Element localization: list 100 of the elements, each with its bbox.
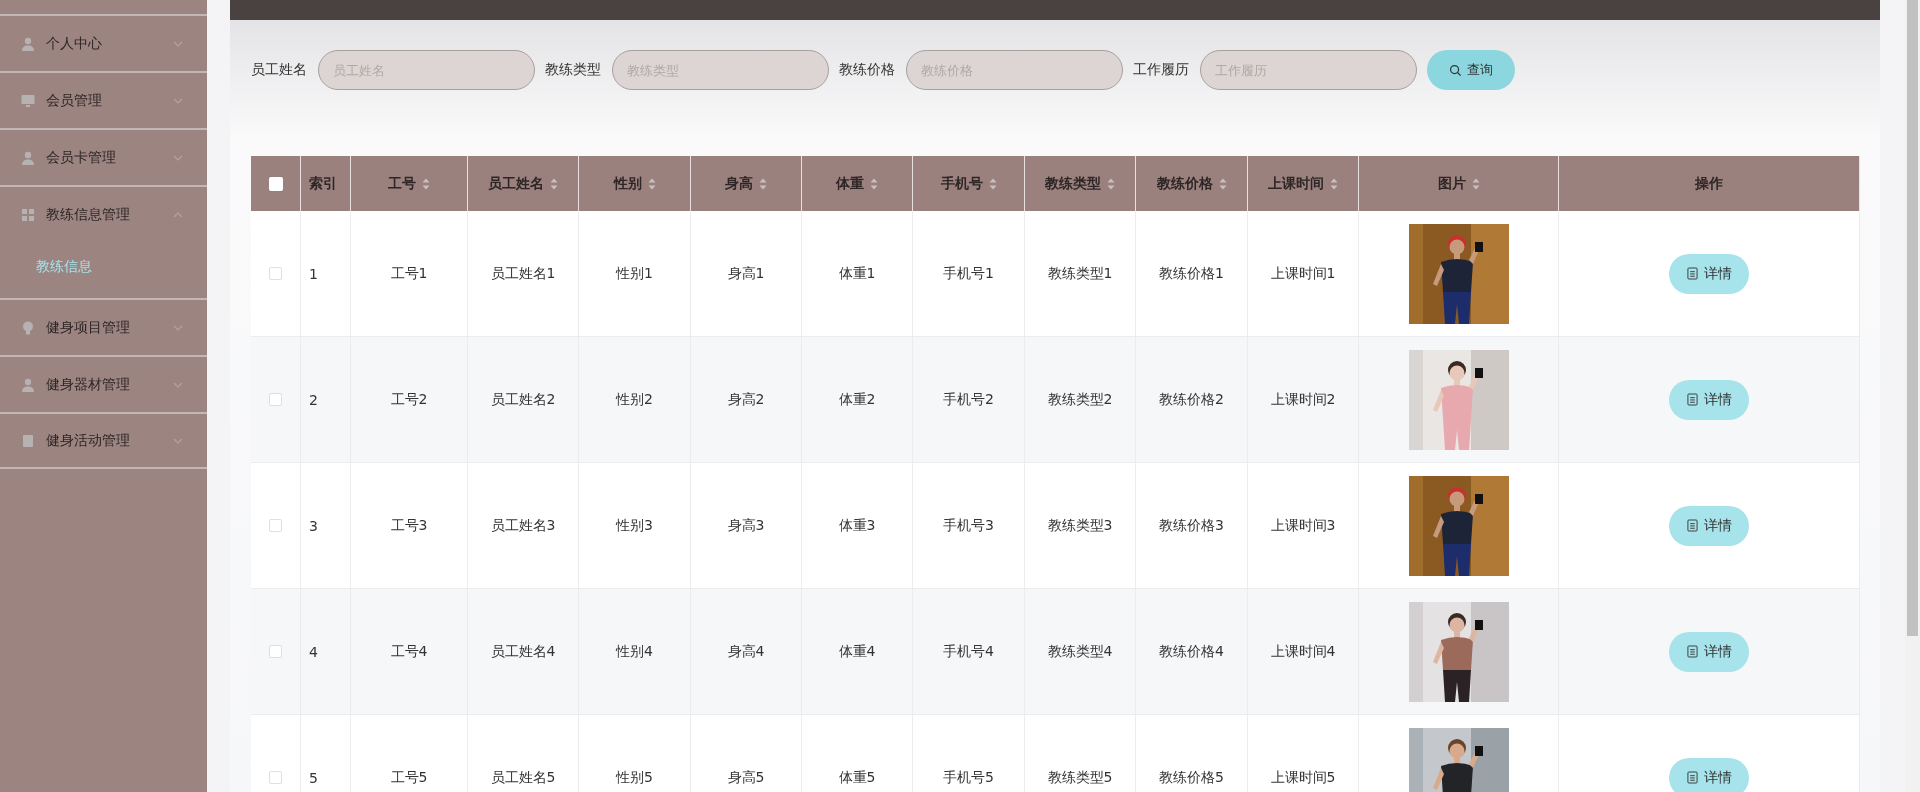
table-cell: 员工姓名3 xyxy=(490,516,556,535)
column-header[interactable]: 图片 xyxy=(1437,174,1466,193)
sort-icon[interactable] xyxy=(1107,177,1115,190)
table-cell: 手机号3 xyxy=(943,516,994,535)
chevron-icon xyxy=(173,97,183,104)
checkbox[interactable] xyxy=(269,645,282,658)
detail-button[interactable]: 详情 xyxy=(1669,379,1749,420)
column-header[interactable]: 操作 xyxy=(1695,174,1723,193)
sort-icon[interactable] xyxy=(1471,177,1480,190)
sort-icon[interactable] xyxy=(870,177,878,190)
detail-button[interactable]: 详情 xyxy=(1669,631,1749,672)
user-icon xyxy=(20,149,36,166)
scrollbar-thumb[interactable] xyxy=(1907,0,1918,636)
table-cell: 教练价格2 xyxy=(1159,390,1224,409)
table-cell: 4 xyxy=(309,643,318,660)
checkbox[interactable] xyxy=(268,176,283,191)
table-cell: 工号3 xyxy=(390,516,428,535)
sort-icon[interactable] xyxy=(647,177,656,190)
sort-icon[interactable] xyxy=(759,177,767,190)
table-cell: 身高2 xyxy=(727,390,765,409)
search-button[interactable]: 查询 xyxy=(1427,50,1515,90)
column-header[interactable]: 性别 xyxy=(613,174,642,193)
user-icon xyxy=(20,376,36,393)
sidebar-item[interactable]: 健身项目管理 xyxy=(0,298,207,355)
table-cell: 身高4 xyxy=(727,642,765,661)
table-cell: 2 xyxy=(309,391,318,408)
table-cell: 体重2 xyxy=(838,390,876,409)
table-cell: 手机号1 xyxy=(943,264,994,283)
table-cell: 员工姓名4 xyxy=(490,642,556,661)
column-header[interactable]: 工号 xyxy=(388,174,416,193)
chevron-icon xyxy=(173,324,183,331)
table-cell: 员工姓名1 xyxy=(490,264,556,283)
sort-icon[interactable] xyxy=(550,177,558,190)
table-cell: 手机号5 xyxy=(943,768,994,787)
table-cell: 性别5 xyxy=(616,768,653,787)
sidebar-item[interactable]: 健身器材管理 xyxy=(0,355,207,412)
table-cell: 教练类型4 xyxy=(1047,642,1113,661)
table-cell: 体重3 xyxy=(838,516,876,535)
table-cell: 上课时间5 xyxy=(1270,768,1336,787)
detail-button[interactable]: 详情 xyxy=(1669,505,1749,546)
column-header[interactable]: 教练价格 xyxy=(1156,174,1213,193)
checkbox[interactable] xyxy=(269,393,282,406)
field-label: 教练价格 xyxy=(839,61,895,79)
document-icon xyxy=(1686,645,1698,658)
sort-icon[interactable] xyxy=(988,177,997,190)
table-cell: 手机号2 xyxy=(943,390,994,409)
column-header[interactable]: 索引 xyxy=(309,174,337,193)
submenu-item[interactable]: 教练信息 xyxy=(36,254,92,280)
field-label: 员工姓名 xyxy=(251,61,307,79)
table-cell: 工号5 xyxy=(390,768,428,787)
sidebar-item[interactable]: 个人中心 xyxy=(0,14,207,71)
table-cell: 上课时间1 xyxy=(1270,264,1336,283)
sort-icon[interactable] xyxy=(1330,177,1338,190)
column-header[interactable]: 员工姓名 xyxy=(488,174,544,193)
table-cell: 教练价格3 xyxy=(1159,516,1224,535)
table-cell: 身高5 xyxy=(727,768,765,787)
column-header[interactable]: 身高 xyxy=(725,174,753,193)
table-cell: 5 xyxy=(309,769,318,786)
document-icon xyxy=(1686,771,1698,784)
search-icon xyxy=(1449,63,1462,77)
sidebar-item[interactable]: 会员卡管理 xyxy=(0,128,207,185)
detail-button[interactable]: 详情 xyxy=(1669,253,1749,294)
column-header[interactable]: 上课时间 xyxy=(1268,174,1324,193)
detail-button[interactable]: 详情 xyxy=(1669,757,1749,792)
grid-icon xyxy=(20,206,36,223)
table-cell: 3 xyxy=(309,517,318,534)
table-cell: 性别2 xyxy=(616,390,653,409)
table-cell: 工号1 xyxy=(390,264,428,283)
table-cell: 教练价格5 xyxy=(1159,768,1224,787)
table-cell: 员工姓名5 xyxy=(490,768,556,787)
table-cell: 性别1 xyxy=(616,264,653,283)
monitor-icon xyxy=(20,92,36,109)
document-icon xyxy=(1686,267,1698,280)
column-header[interactable]: 体重 xyxy=(836,174,864,193)
table-cell: 性别3 xyxy=(616,516,653,535)
sidebar-item[interactable]: 健身活动管理 xyxy=(0,412,207,469)
sidebar-item[interactable]: 教练信息管理 xyxy=(0,185,207,242)
table-cell: 身高3 xyxy=(727,516,765,535)
table-cell: 身高1 xyxy=(727,264,765,283)
sidebar-item[interactable]: 会员管理 xyxy=(0,71,207,128)
field-label: 工作履历 xyxy=(1133,61,1189,79)
checkbox[interactable] xyxy=(269,771,282,784)
chevron-icon xyxy=(173,211,183,218)
table-cell: 教练类型5 xyxy=(1047,768,1113,787)
scrollbar[interactable] xyxy=(1905,0,1920,792)
column-header[interactable]: 教练类型 xyxy=(1045,174,1101,193)
chevron-icon xyxy=(173,154,183,161)
sort-icon[interactable] xyxy=(1218,177,1227,190)
checkbox[interactable] xyxy=(269,267,282,280)
table-cell: 体重4 xyxy=(838,642,876,661)
table-cell: 上课时间2 xyxy=(1270,390,1336,409)
table-cell: 体重1 xyxy=(838,264,876,283)
checkbox[interactable] xyxy=(269,519,282,532)
table-cell: 工号2 xyxy=(390,390,428,409)
table-cell: 体重5 xyxy=(838,768,876,787)
sort-icon[interactable] xyxy=(422,177,430,190)
field-label: 教练类型 xyxy=(545,61,601,79)
column-header[interactable]: 手机号 xyxy=(940,174,983,193)
table-cell: 教练类型2 xyxy=(1047,390,1113,409)
document-icon xyxy=(1686,519,1698,532)
